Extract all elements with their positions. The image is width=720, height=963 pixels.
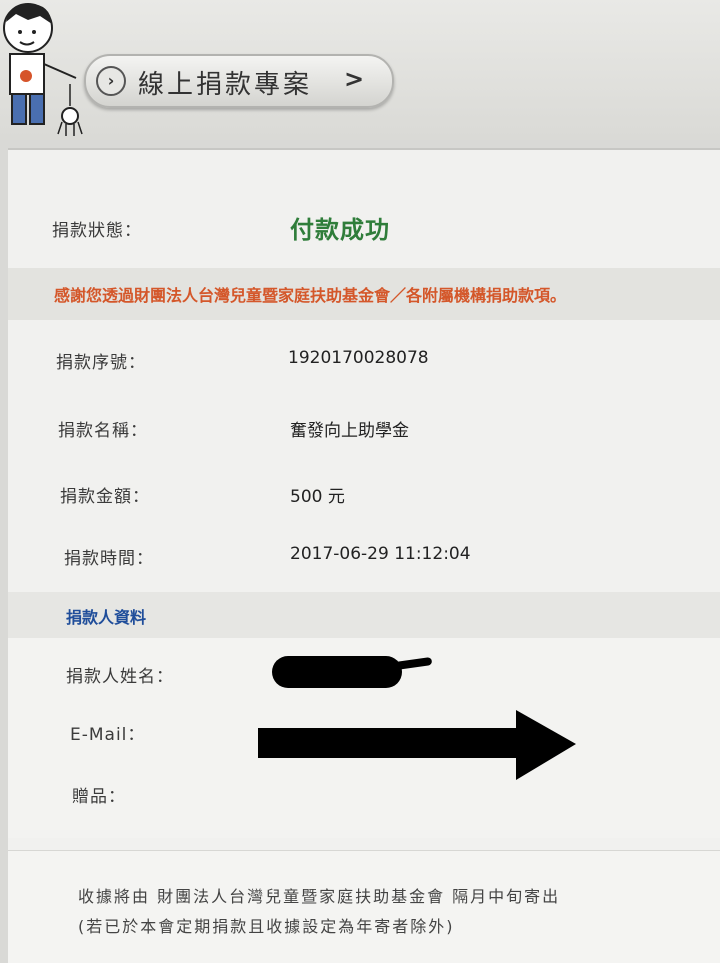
serial-value: 1920170028078 [288, 348, 429, 368]
time-label: 捐款時間： [64, 549, 154, 569]
gift-label: 贈品： [72, 787, 126, 807]
donor-section-title: 捐款人資料 [66, 608, 147, 627]
thanks-message: 感謝您透過財團法人台灣兒童暨家庭扶助基金會／各附屬機構捐助款項。 [54, 286, 567, 305]
receipt-note-line2: (若已於本會定期捐款且收據設定為年寄者除外) [78, 917, 455, 936]
redaction-arrowhead [516, 710, 576, 780]
page-title: 線上捐款專案 [138, 70, 313, 100]
donor-section-header: 捐款人資料 [8, 592, 720, 638]
chevron-icon: > [344, 65, 365, 93]
status-label: 捐款狀態： [52, 221, 142, 241]
serial-label: 捐款序號： [56, 353, 146, 373]
amount-value: 500 元 [290, 487, 345, 507]
email-label: E-Mail： [70, 725, 146, 745]
donor-info: 捐款人姓名： E-Mail： 贈品： [8, 638, 720, 838]
donation-name-label: 捐款名稱： [58, 421, 148, 441]
redaction-mark [272, 656, 402, 688]
chevron-right-icon[interactable]: › [96, 66, 126, 96]
receipt-note: 收據將由 財團法人台灣兒童暨家庭扶助基金會 隔月中旬寄出 (若已於本會定期捐款且… [8, 850, 720, 963]
time-value: 2017-06-29 11:12:04 [290, 544, 471, 564]
status-value: 付款成功 [290, 216, 390, 244]
top-banner-area: › 線上捐款專案 > [0, 0, 720, 140]
donation-name-value: 奮發向上助學金 [290, 421, 409, 441]
thanks-banner: 感謝您透過財團法人台灣兒童暨家庭扶助基金會／各附屬機構捐助款項。 [8, 268, 720, 320]
receipt-note-line1: 收據將由 財團法人台灣兒童暨家庭扶助基金會 隔月中旬寄出 [78, 887, 561, 906]
donation-result-panel: 捐款狀態： 付款成功 感謝您透過財團法人台灣兒童暨家庭扶助基金會／各附屬機構捐助… [8, 148, 720, 963]
donor-name-label: 捐款人姓名： [66, 667, 174, 687]
redaction-mark [258, 728, 530, 758]
amount-label: 捐款金額： [60, 487, 150, 507]
page-title-banner: › 線上捐款專案 > [84, 54, 394, 108]
